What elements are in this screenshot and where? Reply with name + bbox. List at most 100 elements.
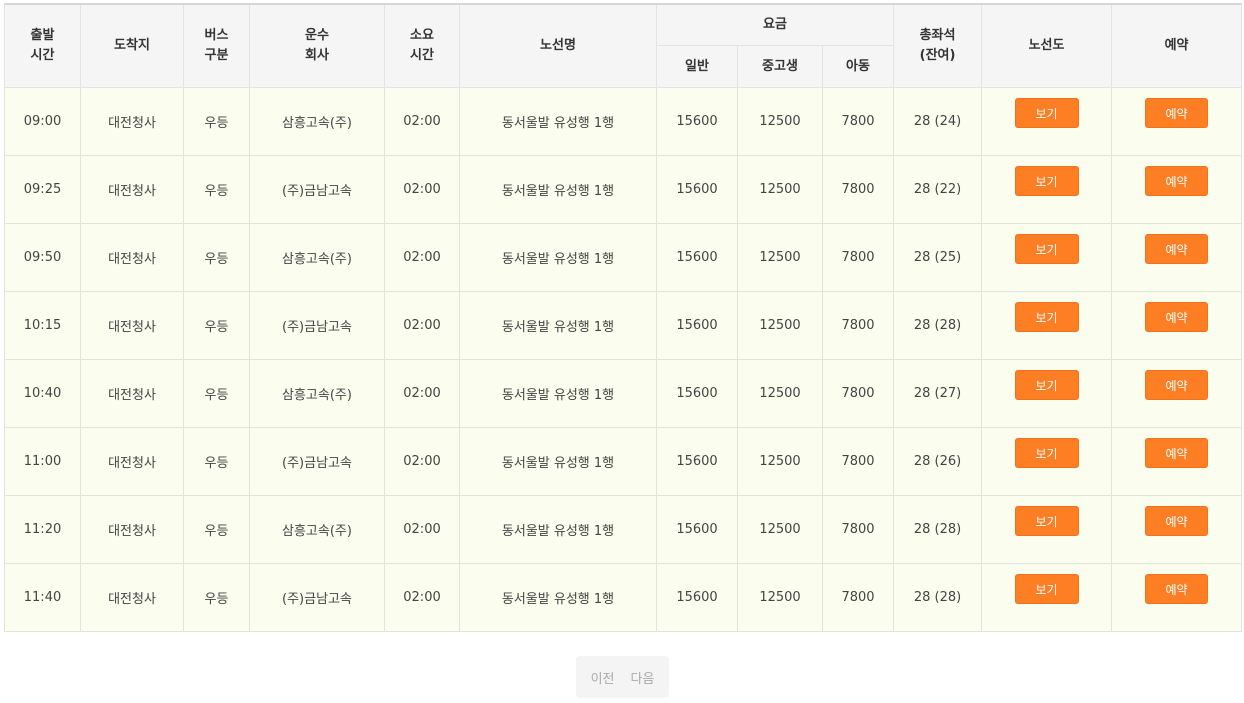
cell-bus-type: 우등 [183,495,250,564]
cell-fare-student: 12500 [737,155,823,224]
cell-route-name: 동서울발 유성행 1행 [459,495,657,564]
cell-route-map: 보기 [981,223,1113,292]
table-row: 09:50 대전청사 우등 삼흥고속(주) 02:00 동서울발 유성행 1행 15600 1… [4,223,1243,292]
prev-page-button[interactable]: 이전 [591,668,615,687]
cell-bus-type: 우등 [183,223,250,292]
header-company: 운수 회사 [249,3,385,88]
cell-fare-child: 7800 [821,563,895,632]
cell-fare-student: 12500 [737,87,823,156]
cell-reserve: 예약 [1111,563,1243,632]
cell-reserve: 예약 [1111,291,1243,360]
cell-bus-type: 우등 [183,359,250,428]
reserve-button[interactable]: 예약 [1145,506,1209,536]
cell-destination: 대전청사 [80,359,184,428]
cell-route-map: 보기 [981,359,1113,428]
bus-schedule-table: 출발 시간 도착지 버스 구분 운수 회사 소요 시간 노선명 요금 총좌석 (잔여) 노… [4,3,1243,632]
table-row: 10:40 대전청사 우등 삼흥고속(주) 02:00 동서울발 유성행 1행 15600 1… [4,359,1243,428]
cell-fare-child: 7800 [821,291,895,360]
header-fare-child: 아동 [821,45,895,88]
next-page-button[interactable]: 다음 [631,668,655,687]
reserve-button[interactable]: 예약 [1145,438,1209,468]
cell-destination: 대전청사 [80,87,184,156]
cell-fare-adult: 15600 [656,223,738,292]
cell-reserve: 예약 [1111,223,1243,292]
cell-reserve: 예약 [1111,155,1243,224]
cell-seats: 28 (25) [893,223,983,292]
table-row: 11:40 대전청사 우등 (주)금남고속 02:00 동서울발 유성행 1행 15600 1… [4,563,1243,632]
cell-fare-student: 12500 [737,291,823,360]
header-duration: 소요 시간 [384,3,460,88]
cell-company: 삼흥고속(주) [249,223,385,292]
table-row: 11:00 대전청사 우등 (주)금남고속 02:00 동서울발 유성행 1행 15600 1… [4,427,1243,496]
cell-depart-time: 10:15 [4,291,81,360]
view-route-map-button[interactable]: 보기 [1014,166,1079,196]
view-route-map-button[interactable]: 보기 [1014,438,1079,468]
reserve-button[interactable]: 예약 [1145,166,1209,196]
cell-reserve: 예약 [1111,87,1243,156]
table-header-row: 출발 시간 도착지 버스 구분 운수 회사 소요 시간 노선명 요금 총좌석 (잔여) 노… [4,3,1243,88]
view-route-map-button[interactable]: 보기 [1014,98,1079,128]
header-destination: 도착지 [80,3,184,88]
cell-fare-student: 12500 [737,427,823,496]
cell-fare-child: 7800 [821,427,895,496]
cell-fare-adult: 15600 [656,291,738,360]
view-route-map-button[interactable]: 보기 [1014,574,1079,604]
view-route-map-button[interactable]: 보기 [1014,234,1079,264]
cell-seats: 28 (28) [893,495,983,564]
cell-fare-student: 12500 [737,223,823,292]
cell-depart-time: 11:40 [4,563,81,632]
view-route-map-button[interactable]: 보기 [1014,506,1079,536]
reserve-button[interactable]: 예약 [1145,234,1209,264]
cell-duration: 02:00 [384,87,460,156]
reserve-button[interactable]: 예약 [1145,302,1209,332]
cell-depart-time: 11:00 [4,427,81,496]
view-route-map-button[interactable]: 보기 [1014,302,1079,332]
cell-depart-time: 09:50 [4,223,81,292]
schedule-table-wrapper: 출발 시간 도착지 버스 구분 운수 회사 소요 시간 노선명 요금 총좌석 (잔여) 노… [4,3,1243,632]
cell-company: (주)금남고속 [249,155,385,224]
header-route-map: 노선도 [981,3,1113,88]
cell-fare-child: 7800 [821,359,895,428]
cell-route-name: 동서울발 유성행 1행 [459,223,657,292]
cell-fare-student: 12500 [737,359,823,428]
cell-duration: 02:00 [384,223,460,292]
cell-destination: 대전청사 [80,427,184,496]
cell-reserve: 예약 [1111,495,1243,564]
cell-fare-adult: 15600 [656,427,738,496]
table-row: 10:15 대전청사 우등 (주)금남고속 02:00 동서울발 유성행 1행 15600 1… [4,291,1243,360]
cell-duration: 02:00 [384,291,460,360]
cell-duration: 02:00 [384,359,460,428]
cell-seats: 28 (22) [893,155,983,224]
header-fare: 요금 [655,3,895,46]
cell-duration: 02:00 [384,563,460,632]
cell-destination: 대전청사 [80,563,184,632]
cell-bus-type: 우등 [183,87,250,156]
cell-company: (주)금남고속 [249,427,385,496]
header-route: 노선명 [459,3,657,88]
header-depart-time: 출발 시간 [4,3,81,88]
view-route-map-button[interactable]: 보기 [1014,370,1079,400]
cell-fare-child: 7800 [821,223,895,292]
cell-fare-adult: 15600 [656,495,738,564]
cell-reserve: 예약 [1111,427,1243,496]
cell-depart-time: 11:20 [4,495,81,564]
cell-route-name: 동서울발 유성행 1행 [459,563,657,632]
cell-duration: 02:00 [384,495,460,564]
cell-seats: 28 (28) [893,291,983,360]
cell-company: (주)금남고속 [249,563,385,632]
cell-depart-time: 09:00 [4,87,81,156]
cell-depart-time: 09:25 [4,155,81,224]
reserve-button[interactable]: 예약 [1145,574,1209,604]
cell-route-map: 보기 [981,155,1113,224]
cell-route-name: 동서울발 유성행 1행 [459,155,657,224]
reserve-button[interactable]: 예약 [1145,370,1209,400]
pagination: 이전 다음 [576,656,669,698]
cell-bus-type: 우등 [183,427,250,496]
reserve-button[interactable]: 예약 [1145,98,1209,128]
cell-route-map: 보기 [981,87,1113,156]
cell-fare-child: 7800 [821,495,895,564]
cell-duration: 02:00 [384,427,460,496]
cell-company: 삼흥고속(주) [249,359,385,428]
cell-route-name: 동서울발 유성행 1행 [459,427,657,496]
cell-route-map: 보기 [981,495,1113,564]
